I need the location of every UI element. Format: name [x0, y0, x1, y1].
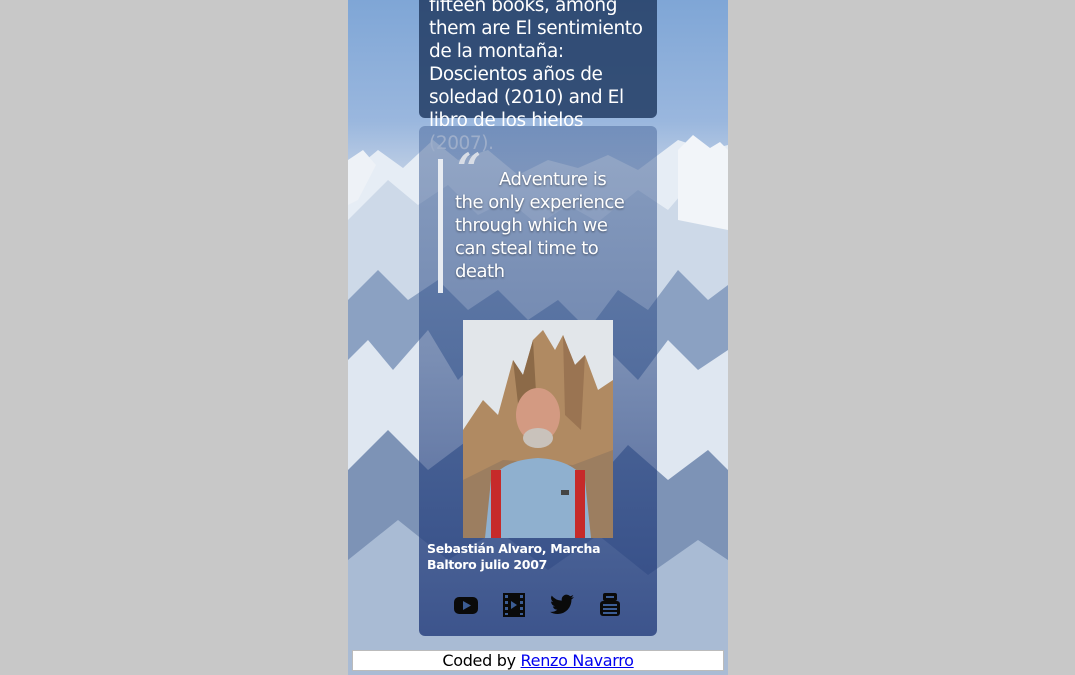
- author-link[interactable]: Renzo Navarro: [521, 651, 634, 670]
- quote-text: Adventure is the only experience through…: [455, 169, 625, 282]
- social-links: [453, 592, 633, 618]
- quote-card: “ Adventure is the only experience throu…: [419, 126, 657, 636]
- film-icon: [503, 593, 525, 617]
- footer: Coded by Renzo Navarro: [352, 650, 724, 671]
- blog-link[interactable]: [597, 592, 623, 618]
- twitter-icon: [550, 594, 574, 614]
- tribute-photo: [463, 320, 613, 538]
- tribute-page: fifteen books, among them are El sentimi…: [348, 0, 728, 675]
- youtube-icon: [454, 597, 478, 614]
- blog-icon: [600, 593, 620, 616]
- film-link[interactable]: [501, 592, 527, 618]
- bio-card: fifteen books, among them are El sentimi…: [419, 0, 657, 154]
- youtube-link[interactable]: [453, 592, 479, 618]
- blockquote-border: [438, 159, 443, 293]
- twitter-link[interactable]: [549, 592, 575, 618]
- photo-caption: Sebastián Alvaro, Marcha Baltoro julio 2…: [427, 541, 601, 572]
- footer-prefix: Coded by: [442, 651, 521, 670]
